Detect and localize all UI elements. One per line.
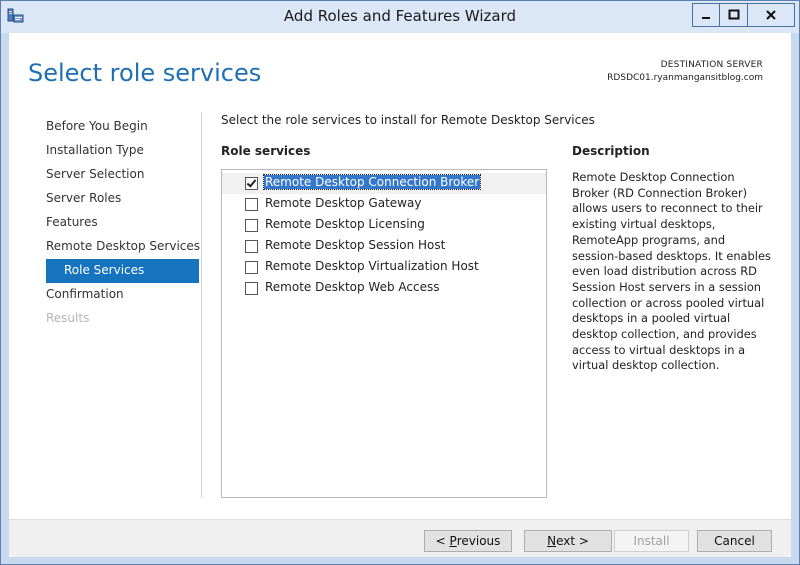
- nav-item-features[interactable]: Features: [9, 211, 201, 235]
- previous-button[interactable]: < Previous: [424, 530, 512, 552]
- previous-access-key: P: [449, 534, 457, 548]
- list-item-label: Remote Desktop Gateway: [265, 196, 422, 210]
- checkbox-rd-licensing[interactable]: [245, 219, 258, 232]
- nav-item-before-you-begin[interactable]: Before You Begin: [9, 115, 201, 139]
- previous-label-rest: revious: [456, 534, 501, 548]
- list-item-label: Remote Desktop Virtualization Host: [265, 259, 479, 273]
- list-item-rd-licensing[interactable]: Remote Desktop Licensing: [222, 215, 546, 236]
- list-item-label: Remote Desktop Session Host: [265, 238, 446, 252]
- next-label-rest: ext >: [556, 534, 589, 548]
- maximize-icon: [728, 6, 740, 25]
- maximize-button[interactable]: [719, 3, 747, 27]
- description-text: Remote Desktop Connection Broker (RD Con…: [572, 170, 771, 373]
- nav-item-remote-desktop-services[interactable]: Remote Desktop Services: [9, 235, 201, 259]
- minimize-button[interactable]: [692, 3, 719, 27]
- nav-divider: [201, 112, 202, 498]
- next-button[interactable]: Next >: [524, 530, 612, 552]
- nav-item-installation-type[interactable]: Installation Type: [9, 139, 201, 163]
- minimize-icon: [700, 6, 712, 25]
- role-services-header: Role services: [221, 144, 311, 158]
- list-item-label: Remote Desktop Licensing: [265, 217, 425, 231]
- close-button[interactable]: [747, 3, 795, 27]
- next-access-key: N: [547, 534, 557, 548]
- nav-item-role-services[interactable]: Role Services: [46, 259, 199, 283]
- list-item-rd-virtualization-host[interactable]: Remote Desktop Virtualization Host: [222, 257, 546, 278]
- checkbox-rd-session-host[interactable]: [245, 240, 258, 253]
- description-header: Description: [572, 144, 650, 158]
- window-title: Add Roles and Features Wizard: [283, 7, 517, 25]
- list-item-rd-connection-broker[interactable]: Remote Desktop Connection Broker: [222, 173, 546, 194]
- checkbox-rd-gateway[interactable]: [245, 198, 258, 211]
- role-services-list[interactable]: Remote Desktop Connection Broker Remote …: [221, 169, 547, 498]
- title-bar[interactable]: Add Roles and Features Wizard: [1, 1, 799, 33]
- cancel-button[interactable]: Cancel: [697, 530, 772, 552]
- list-item-label: Remote Desktop Connection Broker: [262, 174, 482, 190]
- instruction-text: Select the role services to install for …: [221, 113, 595, 127]
- list-item-rd-gateway[interactable]: Remote Desktop Gateway: [222, 194, 546, 215]
- destination-server-label: DESTINATION SERVER: [660, 60, 763, 70]
- list-item-rd-web-access[interactable]: Remote Desktop Web Access: [222, 278, 546, 299]
- checkbox-rd-virtualization-host[interactable]: [245, 261, 258, 274]
- destination-server-name: RDSDC01.ryanmangansitblog.com: [607, 73, 763, 83]
- checkbox-rd-connection-broker[interactable]: [245, 177, 258, 190]
- nav-item-server-selection[interactable]: Server Selection: [9, 163, 201, 187]
- list-item-rd-session-host[interactable]: Remote Desktop Session Host: [222, 236, 546, 257]
- wizard-footer: < Previous Next > Install Cancel: [9, 519, 791, 557]
- wizard-window: Add Roles and Features Wizard Select rol…: [0, 0, 800, 565]
- install-button: Install: [614, 530, 689, 552]
- wizard-content: Select role services DESTINATION SERVER …: [9, 33, 791, 557]
- checkbox-rd-web-access[interactable]: [245, 282, 258, 295]
- nav-item-results: Results: [46, 311, 90, 325]
- nav-item-server-roles[interactable]: Server Roles: [9, 187, 201, 211]
- close-icon: [765, 6, 777, 25]
- list-item-label: Remote Desktop Web Access: [265, 280, 440, 294]
- previous-prefix: <: [435, 534, 450, 548]
- page-title: Select role services: [28, 59, 262, 87]
- wizard-nav: Before You Begin Installation Type Serve…: [9, 115, 201, 331]
- nav-item-confirmation[interactable]: Confirmation: [9, 283, 201, 307]
